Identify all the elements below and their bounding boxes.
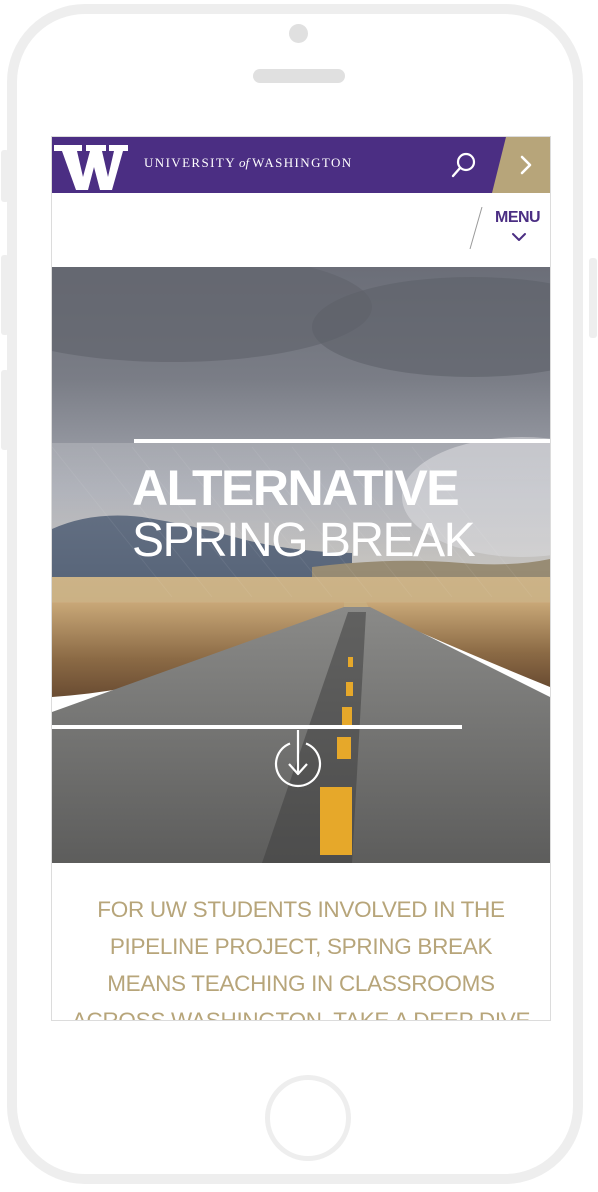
intro-line: PIPELINE PROJECT, SPRING BREAK (109, 934, 493, 959)
menu-bar: MENU (52, 193, 550, 268)
wordmark-university: UNIVERSITY (144, 155, 236, 170)
hero-rule-top (134, 439, 550, 443)
hero-title-line-2: SPRING BREAK (132, 514, 476, 567)
hero-rule-bottom (52, 725, 462, 729)
uw-top-bar: UNIVERSITY of WASHINGTON (52, 137, 550, 193)
menu-divider (469, 207, 483, 249)
wordmark-of: of (239, 155, 250, 170)
phone-screen: UNIVERSITY of WASHINGTON MENU ALTERNATIV… (51, 136, 551, 1021)
wordmark-washington: WASHINGTON (252, 155, 353, 170)
hero-section: ALTERNATIVE SPRING BREAK (52, 267, 550, 863)
uw-wordmark[interactable]: UNIVERSITY of WASHINGTON (144, 155, 353, 171)
intro-text: FOR UW STUDENTS INVOLVED IN THE PIPELINE… (52, 863, 550, 1021)
phone-home-button[interactable] (265, 1075, 351, 1161)
hero-title-line-1: ALTERNATIVE (132, 460, 460, 516)
uw-w-logo-icon[interactable] (52, 139, 130, 193)
arrow-down-circle-icon[interactable] (272, 728, 324, 790)
intro-line: FOR UW STUDENTS INVOLVED IN THE (97, 897, 505, 922)
search-icon[interactable] (450, 151, 478, 179)
menu-button[interactable]: MENU (495, 209, 541, 227)
phone-power-button (589, 258, 597, 338)
chevron-down-icon[interactable] (511, 232, 527, 242)
intro-line: MEANS TEACHING IN CLASSROOMS (107, 971, 495, 996)
chevron-right-icon[interactable] (492, 137, 550, 193)
intro-line: ACROSS WASHINGTON. TAKE A DEEP DIVE (71, 1008, 531, 1021)
phone-speaker (253, 69, 345, 83)
phone-camera (289, 24, 308, 43)
